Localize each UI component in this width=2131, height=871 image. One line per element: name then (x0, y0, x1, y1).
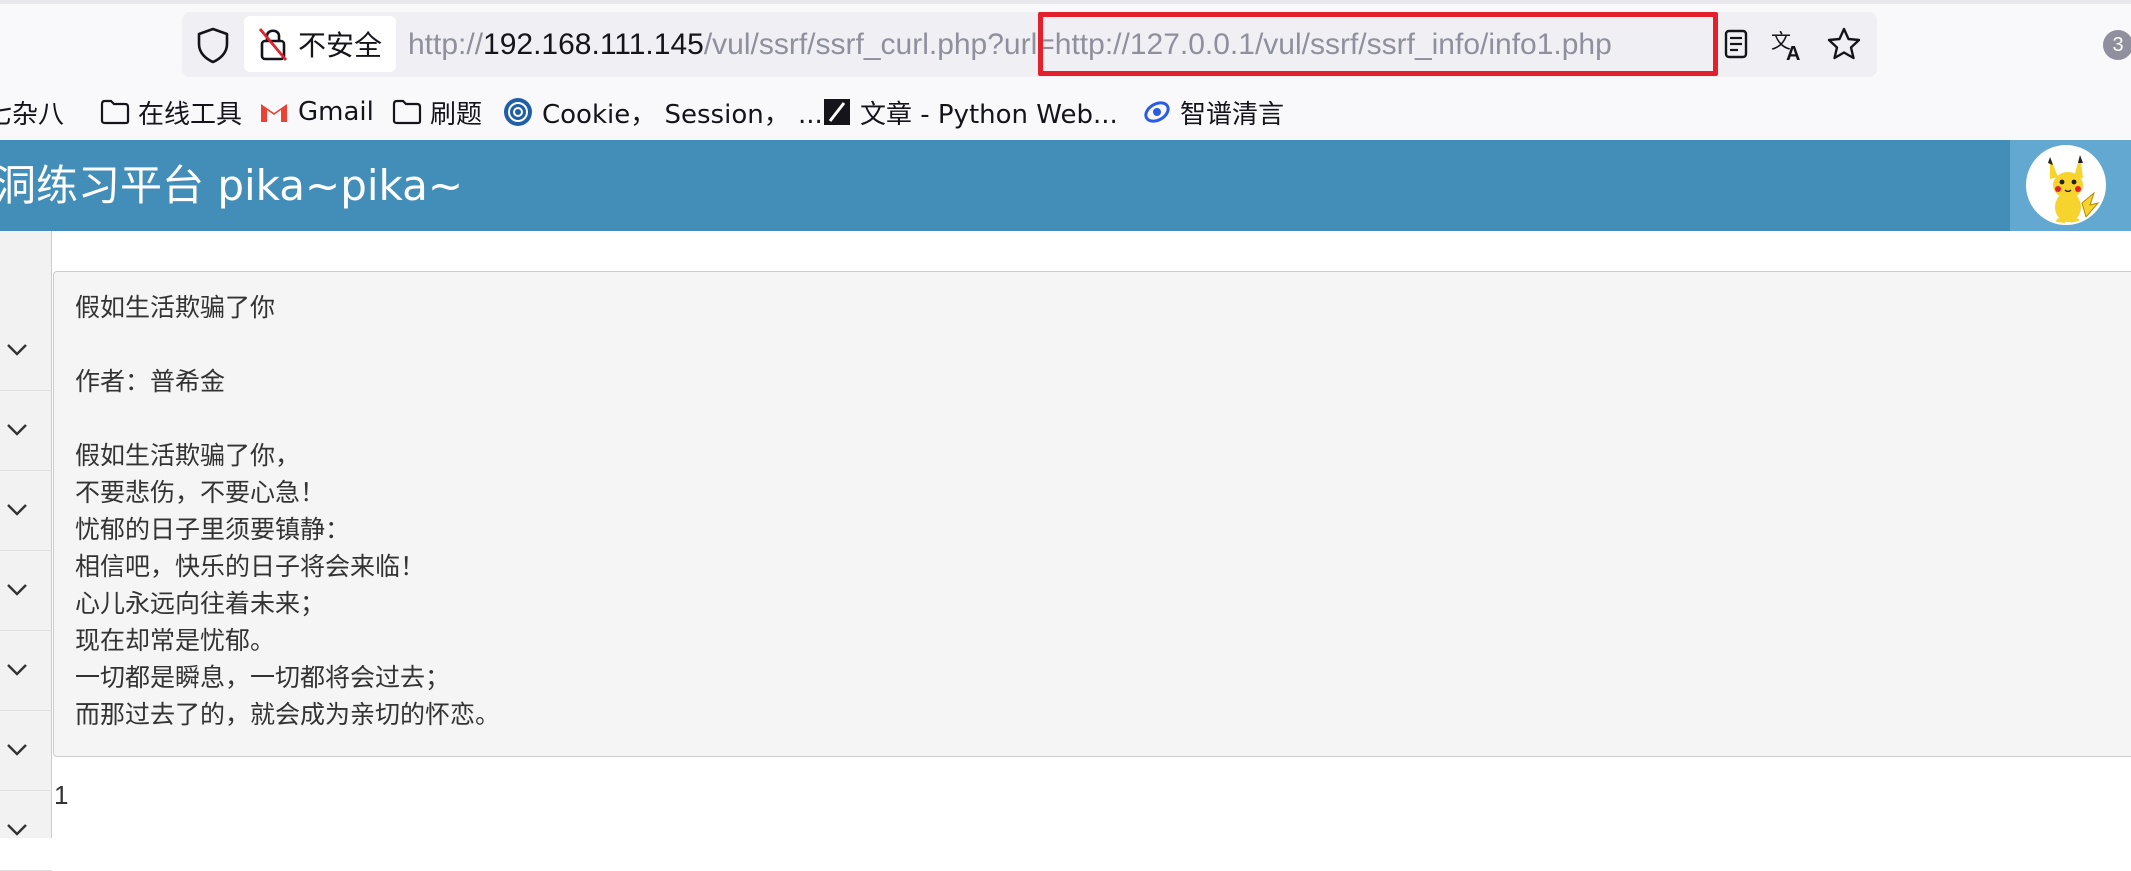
poem-line: 不要悲伤，不要心急！ (75, 478, 326, 507)
chevron-down-icon (7, 584, 27, 596)
bookmark-online-tools[interactable]: 在线工具 (100, 92, 242, 132)
tracking-protection-shield-icon[interactable] (196, 26, 230, 64)
chevron-down-icon (7, 424, 27, 436)
chevron-down-icon (7, 344, 27, 356)
insecure-lock-icon (258, 28, 288, 61)
poem-line: 假如生活欺骗了你， (75, 441, 301, 470)
bookmark-star-icon[interactable] (1824, 24, 1864, 64)
svg-text:A: A (1786, 43, 1800, 64)
tab-strip-edge (0, 0, 2131, 4)
site-favicon-icon (1144, 101, 1170, 123)
poem-line: 而那过去了的，就会成为亲切的怀恋。 (75, 700, 501, 729)
bookmark-label: 智谱清言 (1180, 99, 1285, 130)
bookmark-misc[interactable]: 七杂八 (0, 92, 64, 132)
site-favicon-icon (824, 99, 850, 125)
url-parameter-highlight (1038, 12, 1718, 76)
bookmark-label: 七杂八 (0, 99, 65, 130)
sidebar (0, 231, 52, 871)
translate-icon[interactable]: 文 A (1768, 24, 1808, 64)
poem-line: 忧郁的日子里须要镇静： (75, 515, 351, 544)
sidebar-item[interactable] (0, 631, 52, 711)
chevron-down-icon (7, 664, 27, 676)
sidebar-item[interactable] (0, 791, 52, 871)
folder-icon (392, 99, 422, 125)
sidebar-item[interactable] (0, 551, 52, 631)
folder-icon (100, 99, 130, 125)
poem-line: 一切都是瞬息，一切都将会过去； (75, 663, 451, 692)
bookmark-label: Gmail (298, 97, 374, 127)
poem-line: 心儿永远向往着未来； (75, 589, 326, 618)
tab-count-badge[interactable]: 3 (2103, 30, 2131, 60)
sidebar-item[interactable] (0, 711, 52, 791)
avatar[interactable] (2026, 145, 2106, 225)
bookmark-label: 文章 - Python Web... (860, 99, 1118, 130)
bookmark-label: 刷题 (430, 99, 483, 130)
chevron-down-icon (7, 504, 27, 516)
bookmark-label: 在线工具 (138, 99, 243, 130)
chevron-down-icon (7, 744, 27, 756)
chevron-down-icon (7, 824, 27, 836)
sidebar-item[interactable] (0, 471, 52, 551)
bookmark-cookie-session[interactable]: Cookie， Session， ... (502, 92, 823, 132)
sidebar-item[interactable] (0, 311, 52, 391)
bookmark-label: Cookie， Session， ... (542, 99, 823, 130)
insecure-connection-chip[interactable]: 不安全 (244, 16, 396, 72)
poem-line: 现在却常是忧郁。 (75, 626, 276, 655)
sidebar-item[interactable] (0, 391, 52, 471)
url-host: 192.168.111.145 (483, 28, 704, 61)
url-scheme: http:// (408, 28, 484, 61)
bookmark-practice[interactable]: 刷题 (392, 92, 482, 132)
result-value: 1 (54, 780, 69, 810)
site-favicon-icon (504, 98, 532, 126)
bookmark-python-web[interactable]: 文章 - Python Web... (822, 92, 1118, 132)
site-title[interactable]: 洞练习平台 pika~pika~ (0, 140, 463, 231)
reader-view-icon[interactable] (1716, 24, 1756, 64)
poem-line: 相信吧，快乐的日子将会来临！ (75, 552, 426, 581)
poem-title: 假如生活欺骗了你 (75, 293, 276, 322)
gmail-icon (261, 104, 287, 122)
poem-author: 作者：普希金 (75, 367, 226, 396)
insecure-label: 不安全 (298, 29, 383, 62)
bookmark-gmail[interactable]: Gmail (258, 92, 374, 132)
bookmark-zhipu[interactable]: 智谱清言 (1142, 92, 1284, 132)
